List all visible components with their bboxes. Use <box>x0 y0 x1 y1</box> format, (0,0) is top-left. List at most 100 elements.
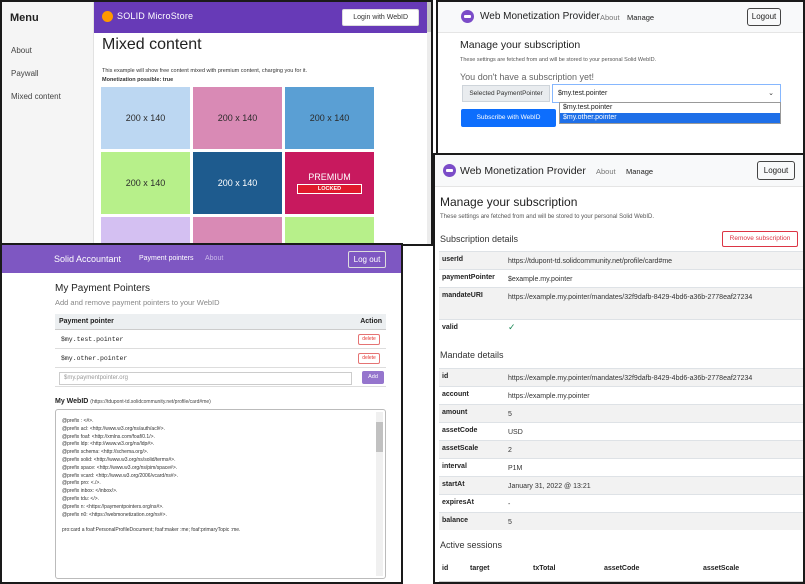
no-subscription-message: You don't have a subscription yet! <box>460 72 594 82</box>
tile-label: 200 x 140 <box>125 113 166 123</box>
menu-title: Menu <box>10 12 39 24</box>
logout-button[interactable]: Logout <box>757 161 795 180</box>
content-tile <box>101 217 190 244</box>
nav-manage[interactable]: Manage <box>626 167 653 176</box>
selected-value: $my.test.pointer <box>558 90 608 97</box>
table-row: assetCode USD <box>439 422 803 440</box>
row-key: expiresAt <box>442 499 474 506</box>
row-value: - <box>508 501 511 508</box>
column-header: id <box>442 565 449 572</box>
navbar: Web Monetization Provider About Manage L… <box>438 2 803 33</box>
dropdown-option-highlighted[interactable]: $my.other.pointer <box>560 113 780 123</box>
content-tile <box>193 217 282 244</box>
nav-about[interactable]: About <box>600 13 620 22</box>
provider-details-window: Web Monetization Provider About Manage L… <box>433 153 805 584</box>
mandate-table: id https://example.my.pointer/mandates/32… <box>439 368 803 530</box>
table-row: account https://example.my.pointer <box>439 386 803 404</box>
content-tile: 200 x 140 <box>285 87 374 149</box>
active-sessions-heading: Active sessions <box>440 540 503 550</box>
dropdown-option[interactable]: $my.test.pointer <box>560 103 780 113</box>
delete-button[interactable]: delete <box>358 334 380 345</box>
table-row: paymentPointer $example.my.pointer <box>439 269 803 287</box>
navbar: Web Monetization Provider About Manage L… <box>435 155 803 187</box>
brand-title[interactable]: Solid Accountant <box>54 254 121 264</box>
row-value: https://tdupont-td.solidcommunity.net/pr… <box>508 258 673 265</box>
provider-logo-icon <box>461 10 474 23</box>
row-value: P1M <box>508 465 523 472</box>
tile-label: 200 x 140 <box>217 113 258 123</box>
turtle-line: @prefix pro: <./>. <box>62 480 101 487</box>
microstore-logo-icon <box>102 11 113 22</box>
payment-pointer-input[interactable]: $my.paymentpointer.org <box>59 372 352 385</box>
turtle-line: @prefix space: <http://www.w3.org/ns/pim… <box>62 464 178 471</box>
tile-label: 200 x 140 <box>309 113 350 123</box>
turtle-line: @prefix solid: <http://www.w3.org/ns/sol… <box>62 456 176 463</box>
provider-subscribe-window: Web Monetization Provider About Manage L… <box>436 0 805 156</box>
payment-pointer-table: Payment pointer Action $my.test.pointer … <box>55 314 386 387</box>
subscription-details-heading: Subscription details <box>440 234 519 244</box>
pointer-value: $my.other.pointer <box>61 355 128 362</box>
sidebar: Menu About Paywall Mixed content <box>2 2 94 244</box>
brand-title: SOLID MicroStore <box>117 11 194 21</box>
table-row: balance 5 <box>439 512 803 530</box>
mandate-details-heading: Mandate details <box>440 350 504 360</box>
top-app-bar: SOLID MicroStore Login with WebID <box>94 2 431 33</box>
webid-label: My WebID <box>55 398 89 405</box>
turtle-line: @prefix acl: <http://www.w3.org/ns/auth/… <box>62 425 165 432</box>
turtle-line: @prefix ldp: <http://www.w3.org/ns/ldp#>… <box>62 441 155 448</box>
sidebar-item-mixed-content[interactable]: Mixed content <box>2 92 93 101</box>
login-with-webid-button[interactable]: Login with WebID <box>342 9 419 26</box>
microstore-window: Menu About Paywall Mixed content SOLID M… <box>0 0 433 246</box>
row-value: January 31, 2022 @ 13:21 <box>508 483 591 490</box>
premium-label: PREMIUM <box>308 172 351 182</box>
add-button[interactable]: Add <box>362 371 384 384</box>
row-value: 2 <box>508 447 512 454</box>
nav-about[interactable]: About <box>596 167 616 176</box>
logout-button[interactable]: Logout <box>747 8 781 26</box>
table-row: $my.other.pointer delete <box>55 349 386 368</box>
page-scrollbar[interactable] <box>427 2 431 244</box>
page-subtitle: These settings are fetched from and will… <box>440 214 654 220</box>
table-row: interval P1M <box>439 458 803 476</box>
brand-title[interactable]: Web Monetization Provider <box>480 11 600 22</box>
column-header: Payment pointer <box>59 318 114 325</box>
delete-button[interactable]: delete <box>358 353 380 364</box>
row-key: valid <box>442 324 458 331</box>
page-title: Mixed content <box>102 36 202 53</box>
chevron-down-icon: ⌄ <box>768 90 774 97</box>
valid-check-icon: ✓ <box>508 322 516 332</box>
subscribe-with-webid-button[interactable]: Subscribe with WebID <box>461 109 556 127</box>
sessions-table-header: id target txTotal assetCode assetScale <box>439 558 803 582</box>
textarea-scrollbar[interactable] <box>376 412 383 576</box>
row-value: 5 <box>508 411 512 418</box>
payment-pointer-select[interactable]: $my.test.pointer ⌄ <box>552 84 781 103</box>
row-key: assetCode <box>442 427 478 434</box>
turtle-line: @prefix n0: <https://webmonetization.org… <box>62 511 167 518</box>
row-value: $example.my.pointer <box>508 276 573 283</box>
table-row: startAt January 31, 2022 @ 13:21 <box>439 476 803 494</box>
locked-badge: LOCKED <box>296 184 363 194</box>
section-subtitle: These settings are fetched from and will… <box>460 57 657 63</box>
turtle-line: @prefix tdu: </>. <box>62 495 100 502</box>
webid-turtle-textarea[interactable]: @prefix : <#>. @prefix acl: <http://www.… <box>55 409 386 579</box>
sidebar-item-paywall[interactable]: Paywall <box>2 69 93 78</box>
content-tile: 200 x 140 <box>193 87 282 149</box>
row-key: assetScale <box>442 445 479 452</box>
page-title: Manage your subscription <box>440 195 578 209</box>
content-tile: 200 x 140 <box>101 87 190 149</box>
remove-subscription-button[interactable]: Remove subscription <box>722 231 798 247</box>
row-key: balance <box>442 517 469 524</box>
row-value: 5 <box>508 519 512 526</box>
nav-payment-pointers[interactable]: Payment pointers <box>139 255 193 262</box>
row-value: https://example.my.pointer <box>508 393 590 400</box>
column-header: assetCode <box>604 565 640 572</box>
page-title: My Payment Pointers <box>55 283 151 294</box>
logout-button[interactable]: Log out <box>348 251 386 268</box>
content-tile: 200 x 140 <box>193 152 282 214</box>
accountant-window: Solid Accountant Payment pointers About … <box>0 243 403 584</box>
add-row: $my.paymentpointer.org Add <box>55 368 386 387</box>
nav-manage[interactable]: Manage <box>627 13 654 22</box>
nav-about[interactable]: About <box>205 255 223 262</box>
brand-title[interactable]: Web Monetization Provider <box>460 165 586 177</box>
sidebar-item-about[interactable]: About <box>2 46 93 55</box>
